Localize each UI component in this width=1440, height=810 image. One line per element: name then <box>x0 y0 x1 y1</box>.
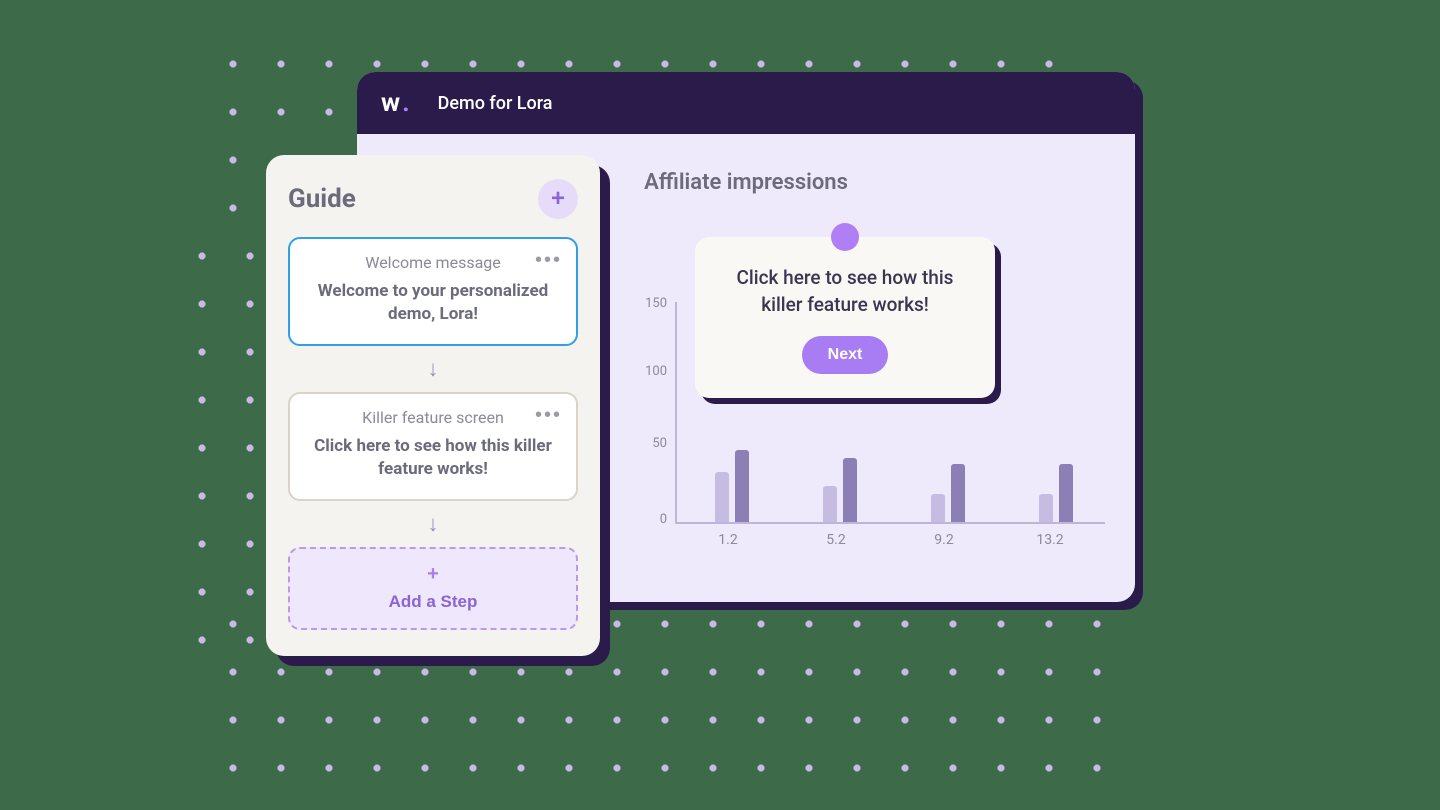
app-logo-text: w <box>381 88 400 118</box>
step-card-feature[interactable]: ••• Killer feature screen Click here to … <box>288 392 578 501</box>
chart-bar <box>931 494 945 522</box>
app-logo: w. <box>381 88 410 118</box>
chart-bar <box>951 464 965 522</box>
add-button[interactable]: + <box>538 179 578 219</box>
plus-icon: + <box>290 563 576 586</box>
chart-xlabel: 13.2 <box>1025 532 1075 548</box>
chart-bar <box>1039 494 1053 522</box>
next-button[interactable]: Next <box>802 336 889 374</box>
chart-xlabel: 5.2 <box>811 532 861 548</box>
guide-title: Guide <box>288 184 356 214</box>
chart-ytick: 50 <box>635 436 667 451</box>
chart-bar <box>715 472 729 522</box>
arrow-down-icon: ↓ <box>288 356 578 382</box>
chart-ytick: 0 <box>635 512 667 527</box>
guide-panel: Guide + ••• Welcome message Welcome to y… <box>266 155 600 656</box>
chart-ytick: 100 <box>635 364 667 379</box>
more-icon[interactable]: ••• <box>535 404 562 427</box>
window-title: Demo for Lora <box>438 93 553 114</box>
chart-bar <box>843 458 857 522</box>
chart-bar <box>823 486 837 522</box>
plus-icon: + <box>551 185 565 213</box>
chart-bar <box>1059 464 1073 522</box>
app-logo-dot: . <box>402 88 410 118</box>
chart-xlabel: 1.2 <box>703 532 753 548</box>
add-step-label: Add a Step <box>389 592 478 611</box>
step-card-welcome[interactable]: ••• Welcome message Welcome to your pers… <box>288 237 578 346</box>
callout-pin-icon <box>831 223 859 251</box>
chart-xlabel: 9.2 <box>919 532 969 548</box>
callout-text: Click here to see how this killer featur… <box>723 265 967 318</box>
window-titlebar: w. Demo for Lora <box>357 72 1135 134</box>
arrow-down-icon: ↓ <box>288 511 578 537</box>
chart-bar <box>735 450 749 522</box>
add-step-button[interactable]: + Add a Step <box>288 547 578 630</box>
step-subtitle: Welcome message <box>306 253 560 272</box>
step-subtitle: Killer feature screen <box>306 408 560 427</box>
guide-header: Guide + <box>288 179 578 219</box>
step-body: Click here to see how this killer featur… <box>306 435 560 481</box>
step-body: Welcome to your personalized demo, Lora! <box>306 280 560 326</box>
feature-callout: Click here to see how this killer featur… <box>695 237 995 398</box>
more-icon[interactable]: ••• <box>535 249 562 272</box>
chart-ytick: 150 <box>635 296 667 311</box>
chart-y-axis <box>675 302 677 524</box>
